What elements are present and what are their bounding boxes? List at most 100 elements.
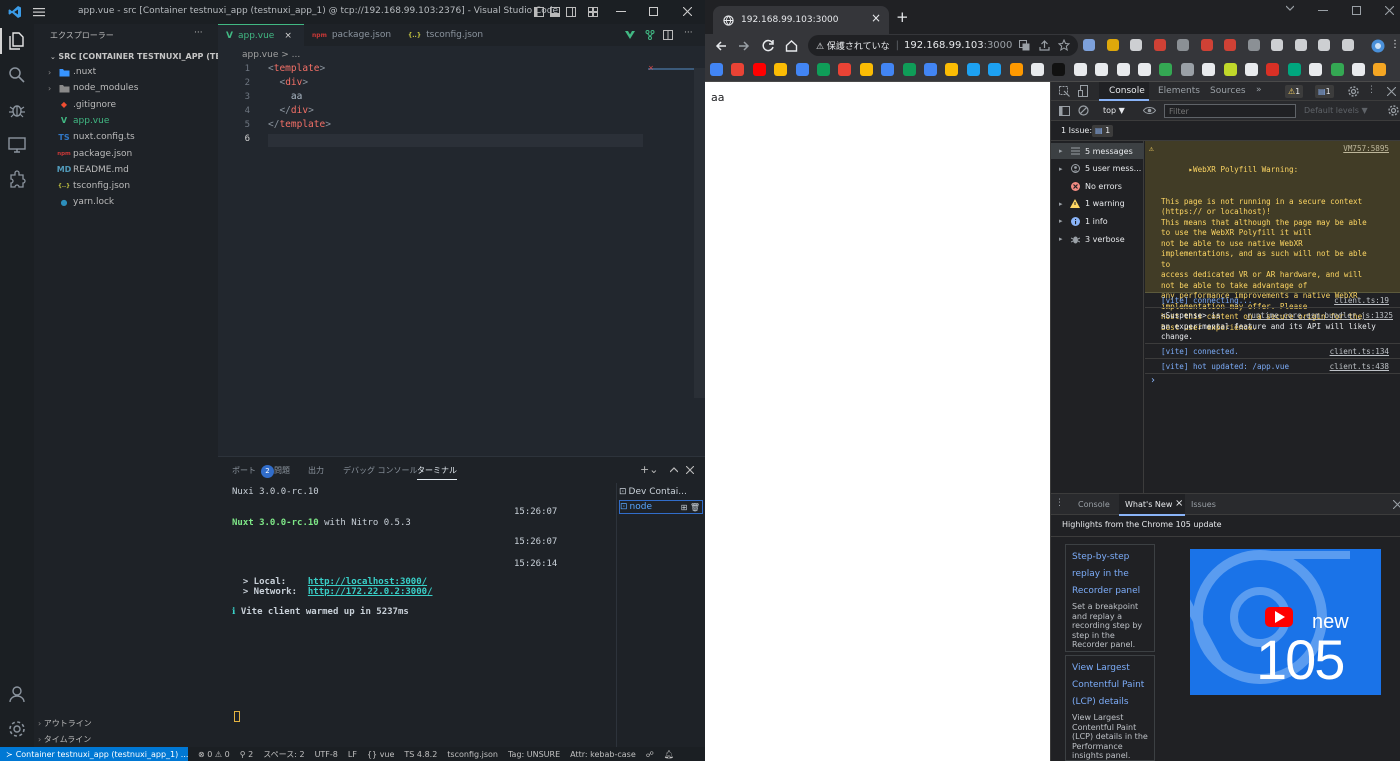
terminal-link[interactable]: http://localhost:3000/ — [308, 577, 427, 587]
tab-close-button[interactable]: × — [871, 11, 881, 25]
tab-search-icon[interactable] — [1286, 5, 1294, 11]
chrome-minimize-icon[interactable] — [1318, 10, 1328, 12]
forward-icon[interactable] — [738, 40, 750, 52]
problems-status[interactable]: ⊗ 0 ⚠ 0 — [198, 750, 230, 759]
drawer-tab-issues[interactable]: Issues — [1191, 500, 1216, 509]
issues-bar[interactable]: 1 Issue: ▤ 1 — [1051, 121, 1400, 141]
card-title-link[interactable]: View Largest Contentful Paint (LCP) deta… — [1072, 660, 1148, 711]
console-filter-info[interactable]: ▸ 1 info — [1059, 213, 1108, 229]
bookmark-icon[interactable] — [902, 63, 916, 76]
whats-new-card[interactable]: Step-by-step replay in the Recorder pane… — [1065, 544, 1155, 652]
devtools-tab-console[interactable]: Console — [1109, 86, 1145, 96]
explorer-item[interactable]: ◆ .gitignore — [48, 97, 116, 113]
bookmark-icon[interactable] — [817, 63, 830, 76]
bookmark-icon[interactable] — [1073, 63, 1087, 76]
code-line[interactable]: aa — [268, 91, 302, 102]
console-filter-warning[interactable]: ▸ 1 warning — [1059, 196, 1125, 212]
bookmark-icon[interactable] — [1116, 63, 1130, 76]
home-icon[interactable] — [785, 39, 798, 52]
new-terminal-button[interactable]: +⌄ — [640, 463, 658, 476]
source-control-icon[interactable] — [645, 30, 655, 40]
bookmark-icon[interactable] — [1009, 63, 1023, 76]
drawer-menu-icon[interactable]: ⋮ — [1055, 498, 1064, 508]
console-filter-input[interactable] — [1164, 104, 1296, 118]
device-toolbar-icon[interactable] — [1078, 85, 1089, 98]
code-line[interactable]: <div> — [268, 77, 308, 88]
explorer-icon[interactable] — [7, 31, 27, 51]
tsconfig-status[interactable]: tsconfig.json — [447, 750, 498, 759]
warnings-badge[interactable]: ⚠1 — [1285, 85, 1304, 98]
inspect-element-icon[interactable] — [1059, 86, 1070, 97]
whats-new-close-button[interactable]: × — [1175, 498, 1183, 509]
bookmark-icon[interactable] — [1052, 63, 1066, 76]
eol-status[interactable]: LF — [348, 750, 357, 759]
editor-scrollbar[interactable] — [694, 68, 705, 398]
bookmark-icon[interactable] — [774, 63, 788, 76]
split-editor-icon[interactable] — [663, 30, 673, 40]
bookmark-icon[interactable] — [1373, 63, 1387, 76]
webxr-warning-message[interactable]: ⚠ ▸WebXR Polyfill Warning: VM757:5895 Th… — [1145, 141, 1400, 332]
minimize-icon[interactable] — [616, 11, 626, 13]
console-filter-error[interactable]: No errors — [1059, 178, 1122, 194]
remote-explorer-icon[interactable] — [7, 135, 27, 155]
browser-tab[interactable]: 192.168.99.103:3000 × — [713, 6, 889, 34]
breadcrumb[interactable]: app.vue > ... — [242, 50, 300, 60]
explorer-more-button[interactable]: ··· — [194, 28, 203, 38]
typescript-version-status[interactable]: TS 4.8.2 — [404, 750, 437, 759]
attr-status[interactable]: Attr: kebab-case — [570, 750, 636, 759]
console-filter-user[interactable]: ▸ 5 user mess... — [1059, 161, 1141, 177]
bookmark-icon[interactable] — [752, 63, 766, 76]
outline-section[interactable]: › アウトライン — [38, 718, 92, 729]
message-source-link[interactable]: client.ts:438 — [1330, 362, 1389, 373]
drawer-tab-whats-new[interactable]: What's New — [1125, 500, 1172, 509]
explorer-item[interactable]: TS nuxt.config.ts — [48, 129, 134, 145]
extension-icon[interactable] — [1083, 39, 1095, 51]
bookmark-icon[interactable] — [1245, 63, 1258, 76]
bookmark-icon[interactable] — [1180, 63, 1194, 76]
toggle-panel-icon[interactable] — [550, 7, 560, 17]
chrome-menu-icon[interactable]: ⋮ — [1390, 39, 1400, 50]
panel-tab[interactable]: 出力 — [308, 465, 324, 476]
panel-tab[interactable]: ターミナル — [417, 465, 457, 480]
timeline-section[interactable]: › タイムライン — [38, 734, 91, 745]
bookmark-icon[interactable] — [1223, 63, 1237, 76]
terminal-instance[interactable]: ⊡ Dev Contai... — [619, 485, 703, 499]
bookmark-icon[interactable] — [1202, 63, 1216, 76]
issues-count-badge[interactable]: ▤ 1 — [1092, 125, 1114, 137]
tab-close-button[interactable]: × — [284, 31, 292, 41]
bookmark-icon[interactable] — [966, 63, 980, 76]
editor-tab[interactable]: npm package.json — [304, 24, 400, 46]
console-message[interactable]: <Suspense> is runtime-core.esm-bundler.j… — [1145, 308, 1400, 344]
new-tab-button[interactable]: + — [896, 8, 909, 26]
context-selector[interactable]: top ▼ — [1103, 106, 1125, 115]
bookmark-icon[interactable] — [1159, 63, 1173, 76]
explorer-item[interactable]: › node_modules — [48, 80, 138, 96]
devtools-tab-sources[interactable]: Sources — [1210, 86, 1246, 96]
editor-tab[interactable]: {..} tsconfig.json — [400, 24, 500, 46]
bookmark-icon[interactable] — [1095, 63, 1109, 76]
feedback-icon[interactable]: ☍ — [646, 750, 654, 759]
clear-console-icon[interactable] — [1078, 105, 1089, 116]
bookmark-icon[interactable] — [945, 63, 959, 76]
chrome-close-icon[interactable] — [1385, 6, 1394, 15]
toggle-secondary-sidebar-icon[interactable] — [566, 7, 576, 17]
log-levels-dropdown[interactable]: Default levels ▼ — [1304, 106, 1368, 115]
bookmark-star-icon[interactable] — [1058, 39, 1070, 51]
bookmark-icon[interactable] — [881, 63, 895, 76]
panel-tab[interactable]: ポート 2 — [232, 465, 274, 478]
extension-icon[interactable] — [1224, 39, 1236, 51]
devtools-close-icon[interactable] — [1387, 87, 1396, 96]
address-bar[interactable]: ⚠ 保護されていな | 192.168.99.103:3000 — [808, 35, 1078, 56]
explorer-item[interactable]: › .nuxt — [48, 64, 96, 80]
extension-icon[interactable] — [1294, 39, 1307, 51]
drawer-tab-console[interactable]: Console — [1078, 500, 1110, 509]
close-window-icon[interactable] — [683, 7, 692, 16]
explorer-item[interactable]: MD README.md — [48, 162, 129, 178]
profile-avatar-icon[interactable] — [1371, 39, 1385, 53]
tag-status[interactable]: Tag: UNSURE — [508, 750, 560, 759]
indentation-status[interactable]: スペース: 2 — [263, 749, 304, 760]
explorer-item[interactable]: ● yarn.lock — [48, 194, 115, 210]
devtools-tab-elements[interactable]: Elements — [1158, 86, 1200, 96]
extension-icon[interactable] — [1130, 39, 1142, 51]
chrome-maximize-icon[interactable] — [1352, 6, 1361, 15]
